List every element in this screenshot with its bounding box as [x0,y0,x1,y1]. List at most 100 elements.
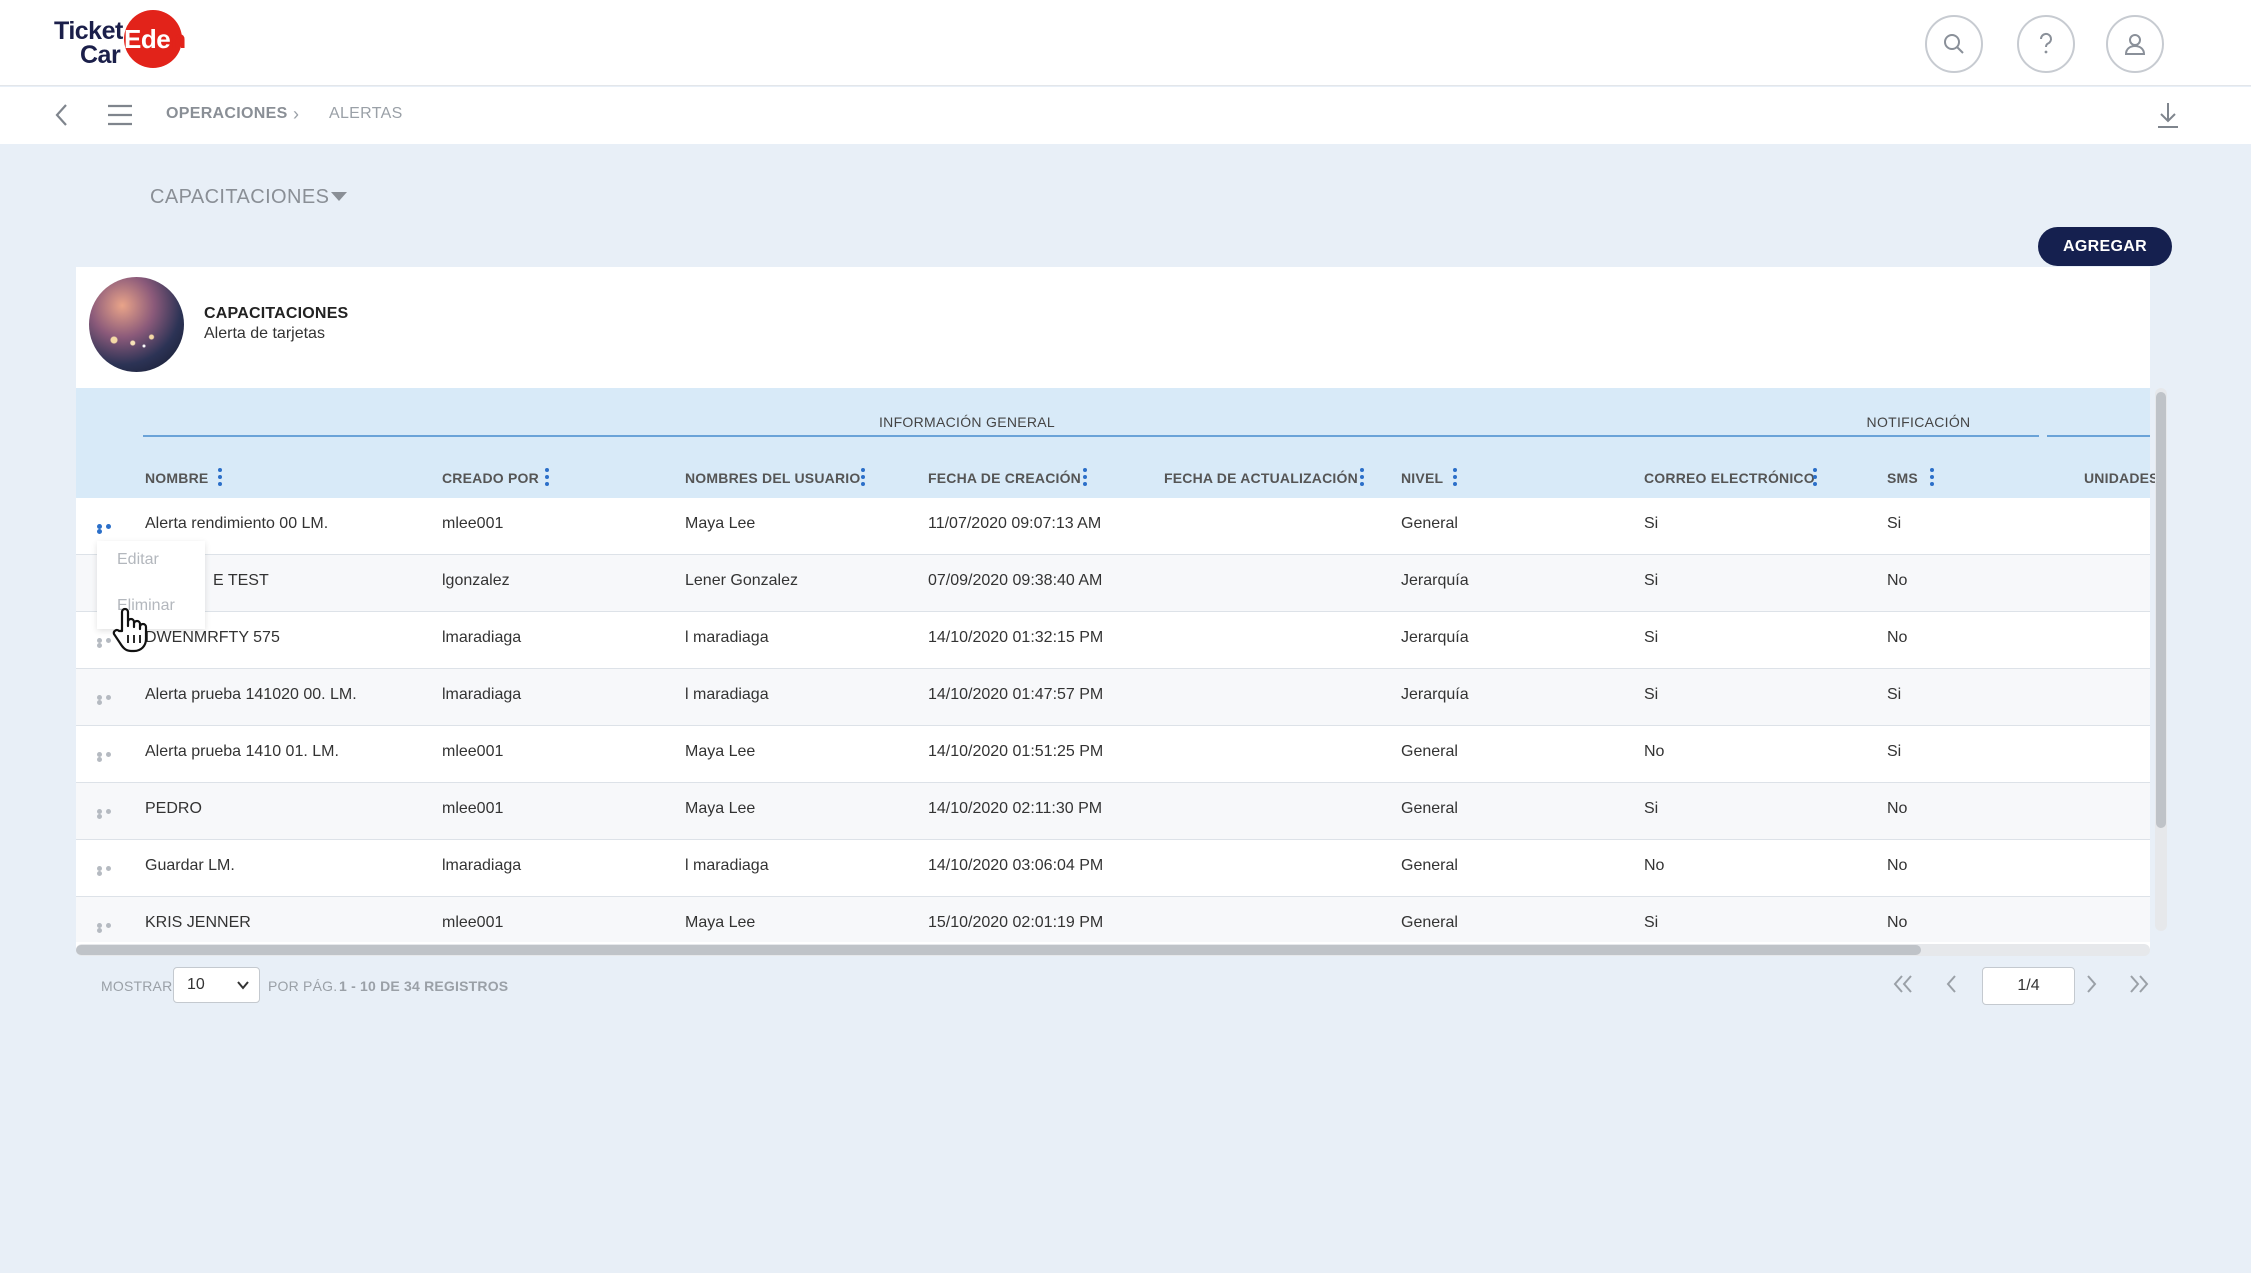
cell-nombre: PEDRO [145,800,202,817]
download-icon [2158,103,2178,128]
table-header: INFORMACIÓN GENERAL NOTIFICACIÓN NOMBRE … [76,388,2159,498]
horizontal-scrollbar-thumb[interactable] [76,945,1921,955]
horizontal-scrollbar[interactable] [76,944,2150,956]
help-icon [2039,32,2052,54]
cell-correo: Si [1644,686,1659,703]
breadcrumb-alertas: ALERTAS [329,105,403,122]
row-actions-icon[interactable] [97,524,123,534]
logo-brand-a: Ede [124,24,171,54]
cell-nombre: DWENMRFTY 575 [145,629,280,646]
cell-usuario: Maya Lee [685,743,756,760]
table-row[interactable]: Alerta rendimiento 00 LM. mlee001 Maya L… [76,498,2150,555]
group-avatar [89,277,184,372]
col-correo-menu-icon[interactable] [1813,468,1817,487]
col-nivel[interactable]: NIVEL [1401,470,1443,486]
menu-item-editar[interactable]: Editar [117,551,159,569]
cell-fecha: 07/09/2020 09:38:40 AM [928,572,1103,589]
cell-usuario: l maradiaga [685,629,769,646]
table-row[interactable]: E TEST lgonzalez Lener Gonzalez 07/09/20… [76,555,2150,612]
breadcrumb-operaciones[interactable]: OPERACIONES [166,105,288,123]
menu-button[interactable] [106,101,134,134]
help-button[interactable] [2017,15,2075,73]
user-button[interactable] [2106,15,2164,73]
cell-usuario: Maya Lee [685,515,756,532]
cell-correo: No [1644,857,1665,874]
cell-nombre: Guardar LM. [145,857,235,874]
cell-nombre: KRIS JENNER [145,914,251,931]
vertical-scrollbar-thumb[interactable] [2156,392,2166,828]
cell-sms: No [1887,629,1908,646]
last-page-icon[interactable] [2128,970,2150,998]
col-creado-por-menu-icon[interactable] [545,468,549,487]
row-actions-icon[interactable] [97,809,123,819]
col-nombre[interactable]: NOMBRE [145,470,208,486]
cell-fecha: 14/10/2020 01:32:15 PM [928,629,1104,646]
download-button[interactable] [2156,101,2180,134]
per-page-label: POR PÁG. [268,978,338,994]
cell-creado: lgonzalez [442,572,510,589]
col-sms[interactable]: SMS [1887,470,1918,486]
cell-fecha: 14/10/2020 01:51:25 PM [928,743,1104,760]
cell-nivel: General [1401,743,1458,760]
col-nivel-menu-icon[interactable] [1453,468,1457,487]
cell-nivel: General [1401,857,1458,874]
group-header-notification: NOTIFICACIÓN [1866,414,1971,430]
records-count: 1 - 10 DE 34 REGISTROS [339,978,509,994]
cell-nivel: General [1401,914,1458,931]
cell-nombre: E TEST [213,572,269,589]
back-button[interactable] [52,101,72,134]
cell-creado: mlee001 [442,914,504,931]
table-row[interactable]: PEDRO mlee001 Maya Lee 14/10/2020 02:11:… [76,783,2150,840]
cell-correo: Si [1644,800,1659,817]
first-page-icon[interactable] [1892,970,1914,998]
group-header-general: INFORMACIÓN GENERAL [878,414,1056,430]
avatar-lights [99,325,174,355]
cell-sms: No [1887,572,1908,589]
col-sms-menu-icon[interactable] [1930,468,1934,487]
vertical-scrollbar[interactable] [2155,388,2167,931]
ticket-car-edenred-logo[interactable]: Ticket Car Edenred [52,10,232,72]
add-button[interactable]: AGREGAR [2038,227,2172,266]
breadcrumb-bar: OPERACIONES › ALERTAS [0,87,2251,144]
col-nombres-usuario-menu-icon[interactable] [861,468,865,487]
top-header: Ticket Car Edenred [0,0,2251,86]
group-selector[interactable]: CAPACITACIONES [150,186,329,209]
per-page-select[interactable]: 10 [173,967,260,1003]
col-fecha-actualizacion-menu-icon[interactable] [1360,468,1364,487]
table-row[interactable]: Alerta prueba 141020 00. LM. lmaradiaga … [76,669,2150,726]
cell-nivel: Jerarquía [1401,686,1469,703]
table-row[interactable]: Alerta prueba 1410 01. LM. mlee001 Maya … [76,726,2150,783]
col-fecha-creacion-menu-icon[interactable] [1083,468,1087,487]
next-page-icon[interactable] [2083,970,2099,998]
page-input[interactable]: 1/4 [1982,967,2075,1005]
cell-correo: Si [1644,629,1659,646]
row-actions-icon[interactable] [97,866,123,876]
row-actions-icon[interactable] [97,923,123,933]
col-fecha-creacion[interactable]: FECHA DE CREACIÓN [928,470,1081,486]
col-fecha-actualizacion[interactable]: FECHA DE ACTUALIZACIÓN [1164,470,1358,486]
cell-sms: No [1887,914,1908,931]
row-actions-icon[interactable] [97,695,123,705]
cell-nivel: Jerarquía [1401,629,1469,646]
table-row[interactable]: Guardar LM. lmaradiaga l maradiaga 14/10… [76,840,2150,897]
chevron-down-icon [237,981,249,990]
col-unidades[interactable]: UNIDADES [2084,470,2159,486]
menu-icon [108,104,132,126]
cell-sms: Si [1887,743,1902,760]
caret-down-icon[interactable] [331,192,347,201]
per-page-value: 10 [187,976,205,993]
col-nombres-usuario[interactable]: NOMBRES DEL USUARIO [685,470,860,486]
search-button[interactable] [1925,15,1983,73]
prev-page-icon[interactable] [1944,970,1960,998]
cell-usuario: Maya Lee [685,914,756,931]
col-nombre-menu-icon[interactable] [218,468,222,487]
logo-brand-text: Edenred [124,25,225,53]
col-creado-por[interactable]: CREADO POR [442,470,539,486]
card-subtitle: Alerta de tarjetas [204,325,325,342]
col-correo[interactable]: CORREO ELECTRÓNICO [1644,470,1815,486]
row-actions-icon[interactable] [97,752,123,762]
cell-fecha: 14/10/2020 01:47:57 PM [928,686,1104,703]
table-row[interactable]: DWENMRFTY 575 lmaradiaga l maradiaga 14/… [76,612,2150,669]
group-line-general [143,435,1699,437]
table-row[interactable]: KRIS JENNER mlee001 Maya Lee 15/10/2020 … [76,897,2150,942]
